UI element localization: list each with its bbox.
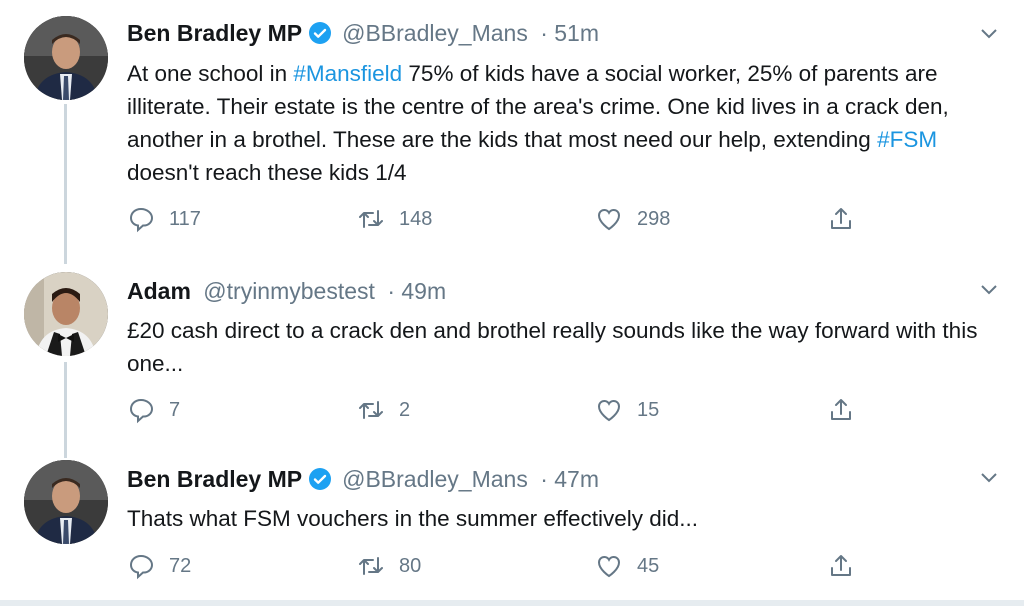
heart-icon — [597, 208, 621, 231]
chevron-down-icon[interactable] — [978, 466, 1000, 488]
retweet-icon — [359, 557, 383, 575]
tweet-1[interactable]: Ben Bradley MP @BBradley_Mans · 51m At on… — [0, 0, 1024, 264]
share-icon — [831, 208, 851, 229]
retweet-button[interactable]: 80 — [357, 552, 421, 580]
tweet-text: At one school in #Mansfield 75% of kids … — [127, 57, 1007, 189]
share-button[interactable] — [827, 205, 869, 233]
timestamp[interactable]: · 49m — [387, 278, 446, 304]
retweet-button[interactable]: 2 — [357, 396, 410, 424]
timestamp[interactable]: · 47m — [540, 466, 599, 492]
like-button[interactable]: 298 — [595, 205, 670, 233]
author-name[interactable]: Ben Bradley MP — [127, 466, 302, 492]
tweet-3[interactable]: Ben Bradley MP @BBradley_Mans · 47m Thats… — [0, 446, 1024, 600]
retweet-count: 2 — [399, 398, 411, 421]
tweet-header: Ben Bradley MP @BBradley_Mans · 51m — [127, 18, 599, 48]
chevron-down-icon[interactable] — [978, 22, 1000, 44]
reply-count: 7 — [169, 398, 181, 421]
avatar[interactable] — [24, 16, 108, 100]
author-handle[interactable]: @BBradley_Mans — [342, 466, 528, 492]
retweet-count: 148 — [399, 207, 433, 230]
author-handle[interactable]: @BBradley_Mans — [342, 20, 528, 46]
retweet-button[interactable]: 148 — [357, 205, 432, 233]
reply-icon — [129, 398, 154, 424]
reply-count: 72 — [169, 554, 192, 577]
retweet-count: 80 — [399, 554, 422, 577]
author-name[interactable]: Adam — [127, 278, 191, 304]
chevron-down-icon[interactable] — [978, 278, 1000, 300]
like-count: 298 — [637, 207, 671, 230]
author-name[interactable]: Ben Bradley MP — [127, 20, 302, 46]
author-handle[interactable]: @tryinmybestest — [203, 278, 375, 304]
tweet-actions: 72 80 45 — [127, 552, 867, 586]
like-button[interactable]: 15 — [595, 396, 659, 424]
like-count: 45 — [637, 554, 660, 577]
text-part: At one school in — [127, 61, 294, 86]
hashtag-link[interactable]: #FSM — [877, 127, 937, 152]
heart-icon — [597, 399, 621, 422]
tweet-text: Thats what FSM vouchers in the summer ef… — [127, 506, 699, 531]
like-button[interactable]: 45 — [595, 552, 659, 580]
tweet-actions: 117 148 298 — [127, 205, 867, 239]
avatar[interactable] — [24, 460, 108, 544]
reply-icon — [129, 207, 154, 233]
reply-count: 117 — [169, 207, 201, 230]
like-count: 15 — [637, 398, 660, 421]
share-icon — [831, 555, 851, 576]
timestamp[interactable]: · 51m — [540, 20, 599, 46]
tweet-header: Adam @tryinmybestest · 49m — [127, 276, 446, 306]
avatar[interactable] — [24, 272, 108, 356]
share-icon — [831, 399, 851, 420]
retweet-icon — [359, 210, 383, 228]
heart-icon — [597, 555, 621, 578]
reply-icon — [129, 554, 154, 580]
reply-button[interactable]: 72 — [127, 552, 191, 580]
share-button[interactable] — [827, 552, 869, 580]
tweet-actions: 7 2 15 — [127, 396, 867, 430]
hashtag-link[interactable]: #Mansfield — [293, 61, 402, 86]
thread-line — [64, 362, 67, 458]
thread-line — [64, 104, 67, 264]
verified-badge-icon — [309, 22, 332, 44]
retweet-icon — [359, 401, 383, 419]
tweet-header: Ben Bradley MP @BBradley_Mans · 47m — [127, 464, 599, 494]
verified-badge-icon — [309, 468, 332, 490]
text-part: doesn't reach these kids 1/4 — [127, 160, 407, 185]
reply-button[interactable]: 117 — [127, 205, 201, 233]
share-button[interactable] — [827, 396, 869, 424]
tweet-text: £20 cash direct to a crack den and broth… — [127, 318, 978, 376]
tweet-2[interactable]: Adam @tryinmybestest · 49m £20 cash dire… — [0, 250, 1024, 458]
reply-button[interactable]: 7 — [127, 396, 180, 424]
divider — [0, 600, 1024, 606]
